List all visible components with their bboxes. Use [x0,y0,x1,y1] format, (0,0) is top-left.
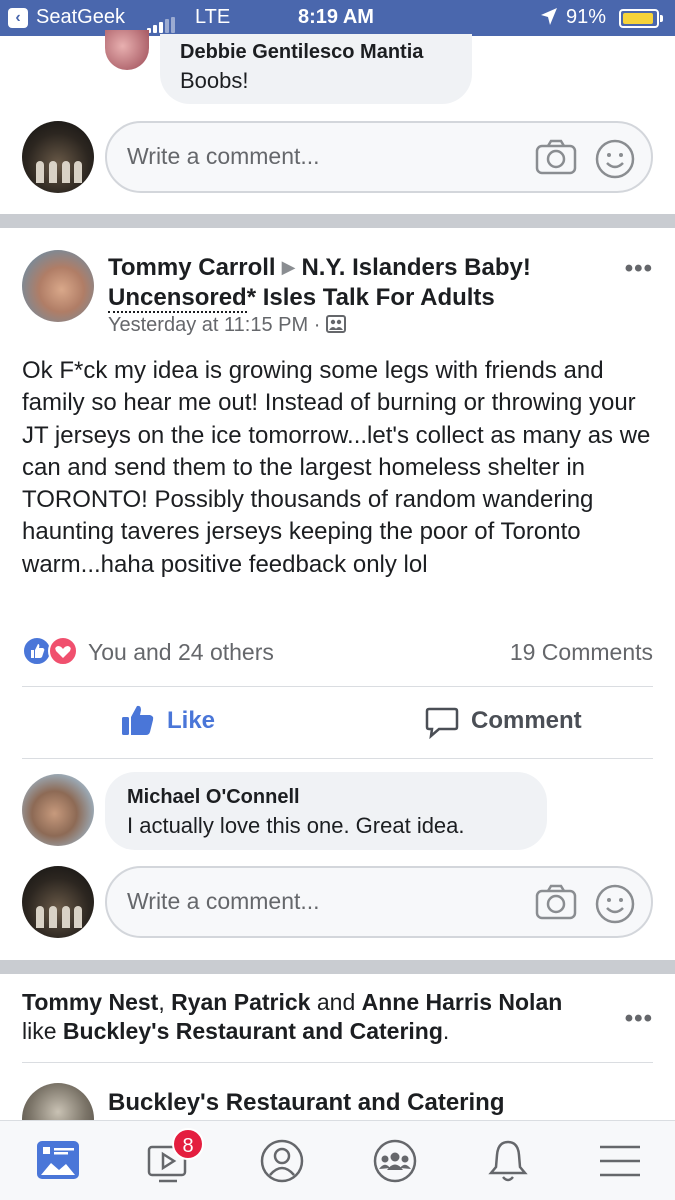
camera-icon[interactable] [535,139,577,175]
post-header: Tommy Carroll ▶ N.Y. Islanders Baby! Uncen… [108,252,608,313]
post-options-icon[interactable]: ••• [625,255,653,283]
battery-icon [619,9,663,28]
comment-input[interactable]: Write a comment... [105,121,653,193]
reactions-count[interactable]: You and 24 others [88,639,274,666]
my-avatar [22,121,94,193]
text-separator: like [22,1018,63,1044]
comment-placeholder: Write a comment... [127,143,320,169]
profile-icon[interactable] [258,1137,306,1185]
page-name[interactable]: Buckley's Restaurant and Catering [63,1018,443,1044]
commenter-avatar[interactable] [105,30,149,70]
page-name[interactable]: Buckley's Restaurant and Catering [108,1089,505,1117]
group-name-dotted[interactable]: Uncensored [108,284,247,313]
text-separator: , [158,989,172,1015]
comment-bubble-icon [425,707,459,739]
comment-text: Boobs! [180,68,249,93]
story-options-icon[interactable]: ••• [625,1005,653,1033]
status-bar: ‹ SeatGeek LTE 8:19 AM 91% [0,0,675,36]
emoji-icon[interactable] [595,139,635,179]
groups-icon[interactable] [371,1137,419,1185]
post-text: Ok F*ck my idea is growing some legs wit… [22,357,651,578]
commenter-avatar[interactable] [22,774,94,846]
feed-divider [0,960,675,974]
back-arrow-icon[interactable]: ‹ [8,8,28,28]
comment-author[interactable]: Michael O'Connell [127,786,300,809]
post-timestamp[interactable]: Yesterday at 11:15 PM [108,314,308,336]
meta-separator: · [313,314,321,336]
comment-text: I actually love this one. Great idea. [127,813,465,838]
thumbs-up-icon [122,705,154,735]
separator [22,686,653,687]
activity-story: Tommy Nest, Ryan Patrick and Anne Harris… [22,988,602,1046]
notifications-bell-icon[interactable] [484,1137,532,1185]
friend-name[interactable]: Anne Harris Nolan [362,989,563,1015]
arrow-right-icon: ▶ [281,257,296,277]
group-privacy-icon [325,315,346,333]
video-notification-badge: 8 [172,1128,204,1160]
comments-count[interactable]: 19 Comments [510,639,653,666]
group-name[interactable]: N.Y. Islanders Baby! [301,254,530,281]
friend-name[interactable]: Tommy Nest [22,989,158,1015]
signal-icon [147,10,177,33]
post-author-avatar[interactable] [22,250,94,322]
back-to-app-label[interactable]: SeatGeek [36,6,125,29]
friend-name[interactable]: Ryan Patrick [171,989,310,1015]
love-reaction-icon [48,636,78,666]
clock: 8:19 AM [298,6,374,28]
comment-label: Comment [471,707,582,734]
comment-bubble: Debbie Gentilesco Mantia Boobs! [160,34,472,104]
network-type: LTE [195,6,231,28]
emoji-icon[interactable] [595,884,635,924]
tab-bar [0,1120,675,1200]
post-meta: Yesterday at 11:15 PM · [108,314,346,337]
comment-author[interactable]: Debbie Gentilesco Mantia [180,41,423,64]
text-separator: and [310,989,362,1015]
camera-icon[interactable] [535,884,577,920]
battery-percent: 91% [566,6,607,28]
feed-divider [0,214,675,228]
comment-input[interactable]: Write a comment... [105,866,653,938]
news-feed-icon[interactable] [34,1137,82,1185]
like-label: Like [167,707,216,734]
location-arrow-icon [540,7,558,33]
text-separator: . [442,1018,450,1044]
post-author-name[interactable]: Tommy Carroll [108,254,276,281]
separator [22,1062,653,1063]
comment-bubble: Michael O'Connell I actually love this o… [105,772,547,850]
my-avatar [22,866,94,938]
group-name-rest[interactable]: * Isles Talk For Adults [247,284,495,311]
comment-placeholder: Write a comment... [127,888,320,914]
separator [22,758,653,759]
menu-hamburger-icon[interactable] [596,1137,644,1185]
